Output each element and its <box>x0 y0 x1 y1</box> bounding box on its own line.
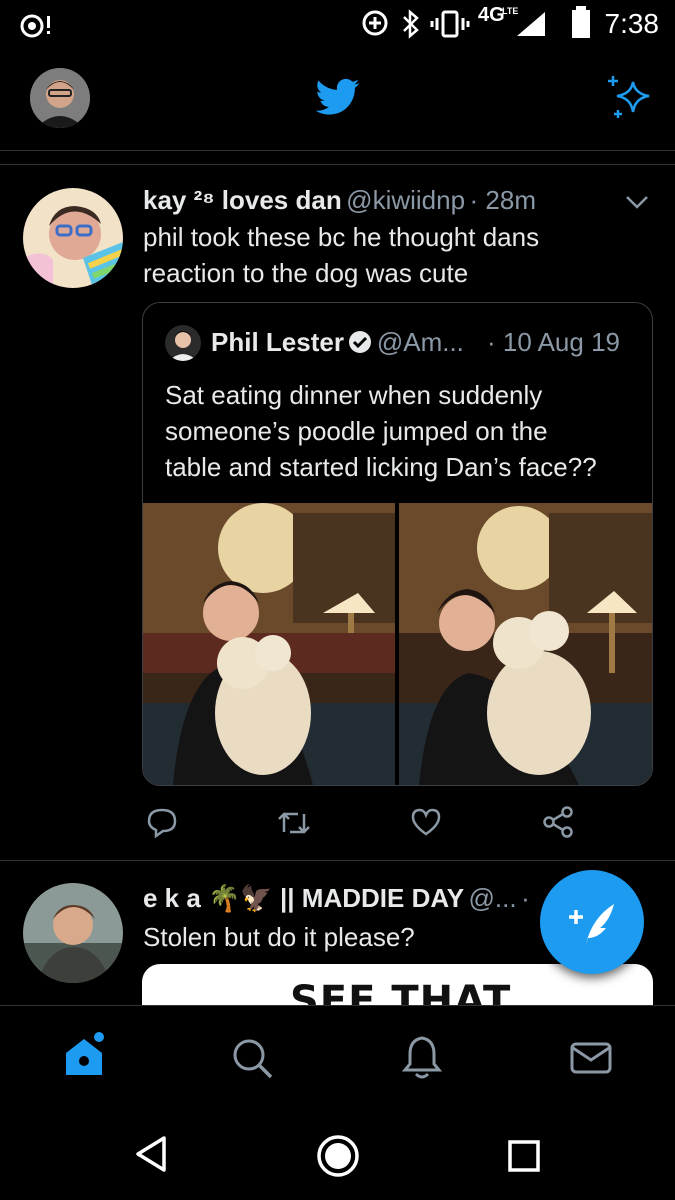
tweet-photo[interactable] <box>143 503 395 785</box>
retweet-icon[interactable] <box>276 808 312 838</box>
tweet-text: Stolen but do it please? <box>143 922 415 952</box>
sparkle-icon[interactable] <box>605 74 655 120</box>
quoted-author-handle: @Am... <box>376 327 464 357</box>
like-icon[interactable] <box>410 807 442 837</box>
quoted-text-line: Sat eating dinner when suddenly <box>165 380 543 410</box>
tweet-timestamp: · 28m <box>469 185 536 215</box>
tweet-author-avatar[interactable] <box>23 188 123 288</box>
quoted-tweet[interactable]: Phil Lester @Am... · 10 Aug 19 Sat eatin… <box>142 302 653 786</box>
network-type: 4G <box>478 4 505 26</box>
battery-icon <box>572 6 590 38</box>
signal-icon <box>517 12 545 36</box>
tweet-text: phil took these bc he thought dans react… <box>143 219 539 291</box>
home-icon[interactable] <box>62 1031 108 1079</box>
notifications-bell-icon[interactable] <box>402 1034 442 1082</box>
tweet-text-line: reaction to the dog was cute <box>143 258 469 288</box>
data-saver-icon <box>362 10 388 36</box>
system-navigation-bar <box>0 1110 675 1200</box>
vibrate-icon <box>430 10 470 38</box>
tweet-text-line: phil took these bc he thought dans <box>143 222 540 252</box>
search-icon[interactable] <box>230 1036 274 1080</box>
quoted-text: Sat eating dinner when suddenly someone’… <box>165 377 597 485</box>
quoted-text-line: table and started licking Dan’s face?? <box>165 452 597 482</box>
compose-feather-icon <box>569 904 614 944</box>
clock: 7:38 <box>604 8 660 39</box>
tweet-author-handle[interactable]: @... <box>469 883 517 913</box>
bluetooth-icon <box>403 9 419 39</box>
compose-tweet-button[interactable] <box>540 870 644 974</box>
tweet-author-handle[interactable]: @kiwiidnp <box>346 185 465 215</box>
quoted-date: · 10 Aug 19 <box>487 327 620 357</box>
quoted-text-line: someone’s poodle jumped on the <box>165 416 548 446</box>
tweet-timestamp: · <box>521 883 530 913</box>
chevron-down-icon[interactable] <box>624 193 650 211</box>
messages-icon[interactable] <box>569 1040 613 1076</box>
reply-icon[interactable] <box>146 806 178 838</box>
share-icon[interactable] <box>542 806 574 838</box>
tweet-author-name[interactable]: kay ²⁸ loves dan <box>143 185 342 215</box>
back-icon[interactable] <box>132 1134 170 1174</box>
profile-avatar[interactable] <box>30 68 90 128</box>
twitter-bird-icon <box>316 78 360 115</box>
top-app-bar <box>0 50 675 151</box>
quoted-author-avatar <box>165 325 201 361</box>
status-bar: 4G LTE 7:38 <box>0 0 675 50</box>
quoted-author-name: Phil Lester <box>211 327 344 357</box>
notification-icon <box>20 14 50 38</box>
verified-badge-icon <box>349 331 372 353</box>
tweet-author-name[interactable]: e k a 🌴🦅 || MADDIE DAY <box>143 883 464 913</box>
recents-icon[interactable] <box>506 1138 542 1174</box>
tweet-photo[interactable] <box>399 503 652 785</box>
photo-caption: SEE THAT <box>290 978 512 1005</box>
tweet-author-avatar[interactable] <box>23 883 123 983</box>
home-circle-icon[interactable] <box>316 1134 360 1178</box>
bottom-navigation <box>0 1005 675 1111</box>
tweet-actions <box>0 800 675 850</box>
